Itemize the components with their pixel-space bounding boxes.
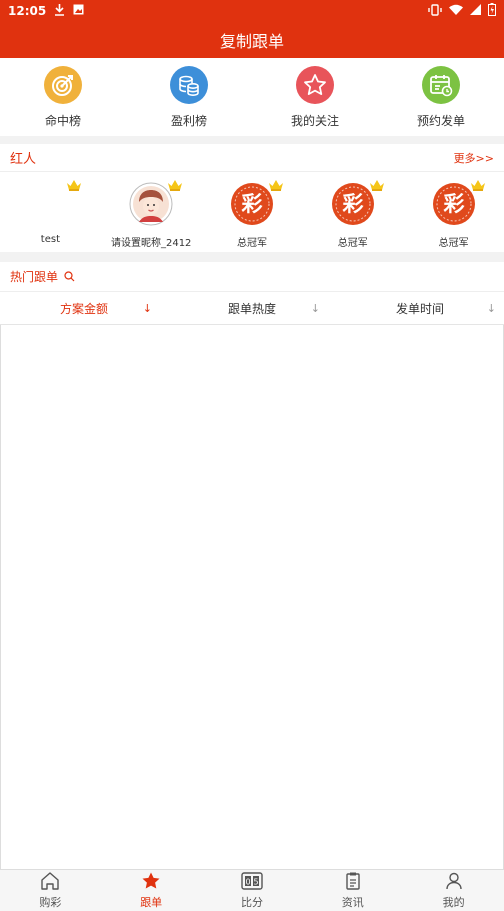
- hot-title: 热门跟单: [10, 270, 59, 284]
- section-divider: [0, 252, 504, 262]
- crown-icon: [66, 176, 82, 195]
- sort-time[interactable]: 发单时间 ↓: [336, 292, 504, 324]
- svg-text:彩: 彩: [341, 192, 363, 216]
- svg-text:5: 5: [253, 877, 258, 886]
- signal-icon: [470, 4, 481, 18]
- hongren-item[interactable]: 彩 总冠军: [202, 172, 303, 252]
- sort-arrow-icon: ↓: [310, 301, 320, 315]
- hongren-item[interactable]: 彩 总冠军: [403, 172, 504, 252]
- status-time: 12:05: [8, 4, 47, 18]
- tab-buy[interactable]: 购彩: [0, 870, 101, 911]
- search-icon[interactable]: [64, 267, 75, 286]
- sort-heat[interactable]: 跟单热度 ↓: [168, 292, 336, 324]
- battery-icon: [488, 3, 496, 19]
- quick-item-profit-rank[interactable]: 盈利榜: [126, 58, 252, 136]
- tab-news[interactable]: 资讯: [302, 870, 403, 911]
- svg-text:彩: 彩: [240, 192, 262, 216]
- crown-icon: [268, 176, 284, 195]
- page-title: 复制跟单: [219, 32, 284, 51]
- quick-item-schedule-post[interactable]: 预约发单: [378, 58, 504, 136]
- calendar-icon: [422, 66, 460, 104]
- follow-list: [0, 325, 504, 869]
- hot-header: 热门跟单: [0, 262, 504, 292]
- avatar: 彩: [432, 180, 485, 226]
- user-icon: [445, 872, 463, 893]
- app-header: 复制跟单: [0, 22, 504, 58]
- crown-icon: [167, 176, 183, 195]
- quick-item-hit-rank[interactable]: 命中榜: [0, 58, 126, 136]
- scoreboard-icon: 05: [241, 871, 263, 893]
- star-icon: [296, 66, 334, 104]
- crown-icon: [369, 176, 385, 195]
- tab-label: 购彩: [39, 895, 62, 909]
- hongren-title: 红人: [10, 152, 37, 167]
- quick-item-label: 预约发单: [416, 114, 465, 128]
- star-icon: [141, 872, 161, 893]
- status-right: [428, 3, 496, 19]
- quick-item-label: 命中榜: [44, 114, 81, 128]
- tab-follow[interactable]: 跟单: [101, 870, 202, 911]
- tab-score[interactable]: 05 比分: [202, 870, 303, 911]
- section-divider: [0, 136, 504, 144]
- hongren-header: 红人 更多>>: [0, 144, 504, 172]
- home-icon: [40, 871, 60, 893]
- tab-label: 跟单: [140, 895, 163, 909]
- sort-arrow-icon: ↓: [486, 301, 496, 315]
- hongren-name: 总冠军: [337, 238, 368, 249]
- avatar: 彩: [230, 180, 283, 226]
- download-icon: [54, 3, 65, 19]
- avatar: [129, 180, 183, 226]
- hongren-list: test 请设置昵称_2412 彩 总冠军 彩 总冠军 彩 总冠军: [0, 172, 504, 252]
- hongren-name: 请设置昵称_2412: [110, 238, 192, 249]
- avatar: [28, 180, 82, 226]
- tab-mine[interactable]: 我的: [403, 870, 504, 911]
- tab-label: 资讯: [341, 895, 364, 909]
- hongren-item[interactable]: 彩 总冠军: [302, 172, 403, 252]
- hongren-item[interactable]: 请设置昵称_2412: [101, 172, 202, 252]
- svg-text:彩: 彩: [442, 192, 464, 216]
- quick-item-label: 盈利榜: [170, 114, 207, 128]
- sort-label: 跟单热度: [227, 301, 276, 316]
- quick-item-my-follows[interactable]: 我的关注: [252, 58, 378, 136]
- avatar: 彩: [331, 180, 384, 226]
- quick-menu: 命中榜 盈利榜 我的关注 预约发单: [0, 58, 504, 136]
- svg-text:0: 0: [245, 877, 250, 886]
- clipboard-icon: [344, 872, 362, 893]
- hongren-item[interactable]: test: [0, 172, 101, 252]
- sort-arrow-icon: ↓: [142, 301, 152, 315]
- tab-label: 我的: [442, 895, 465, 909]
- coins-icon: [170, 66, 208, 104]
- sort-bar: 方案金额 ↓ 跟单热度 ↓ 发单时间 ↓: [0, 292, 504, 325]
- hongren-name: 总冠军: [236, 238, 267, 249]
- sort-label: 发单时间: [395, 301, 444, 316]
- hongren-name: 总冠军: [438, 238, 469, 249]
- wifi-icon: [449, 4, 463, 18]
- vibrate-icon: [428, 3, 442, 19]
- crown-icon: [470, 176, 486, 195]
- sort-amount[interactable]: 方案金额 ↓: [0, 292, 168, 324]
- quick-item-label: 我的关注: [290, 114, 339, 128]
- hongren-name: test: [40, 234, 60, 245]
- image-icon: [73, 4, 84, 18]
- sort-label: 方案金额: [59, 301, 108, 316]
- status-bar: 12:05: [0, 0, 504, 22]
- more-link[interactable]: 更多>>: [454, 150, 494, 166]
- target-icon: [44, 66, 82, 104]
- bottom-tab-bar: 购彩 跟单 05 比分 资讯 我的: [0, 869, 504, 911]
- tab-label: 比分: [240, 895, 263, 909]
